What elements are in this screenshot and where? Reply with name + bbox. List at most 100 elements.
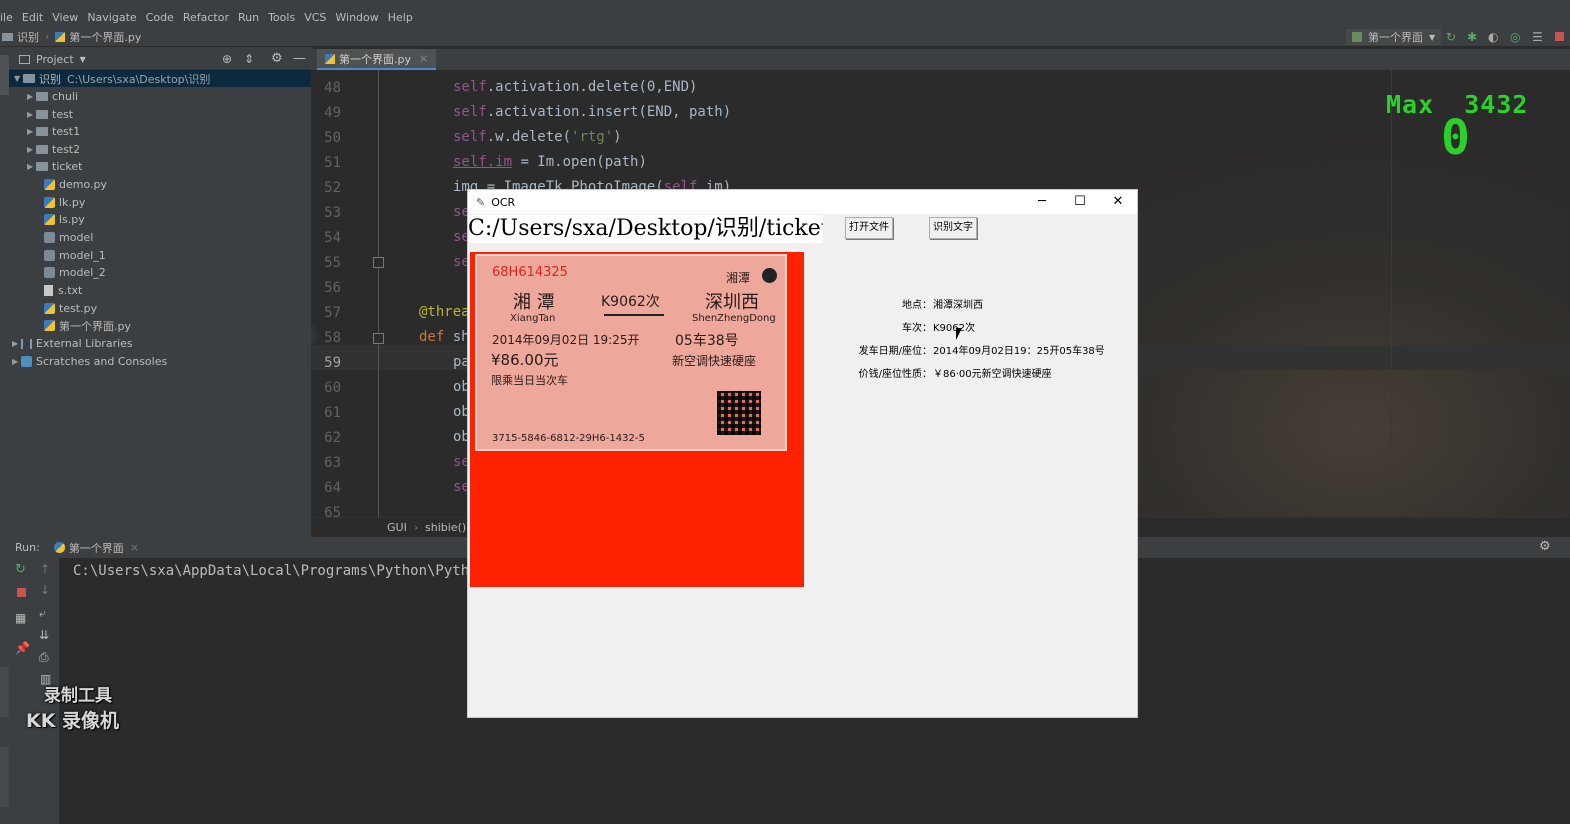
tree-file[interactable]: model_1: [44, 247, 106, 264]
menu-navigate[interactable]: Navigate: [87, 11, 136, 24]
maximize-button[interactable]: ☐: [1065, 192, 1095, 212]
tree-file[interactable]: 第一个界面.py: [44, 317, 131, 334]
scroll-end-icon[interactable]: ⇊: [39, 628, 49, 642]
line-number: 50: [324, 130, 341, 146]
tree-file[interactable]: model: [44, 229, 93, 246]
run-config-selector[interactable]: 第一个界面 ▼: [1346, 29, 1442, 45]
chevron-right-icon: ›: [414, 521, 419, 534]
python-icon: [1352, 32, 1362, 42]
code-line: self.activation.delete(0,END): [453, 79, 698, 95]
expand-arrow-icon[interactable]: ▼: [14, 74, 23, 83]
menu-vcs[interactable]: VCS: [304, 11, 326, 24]
down-arrow-icon[interactable]: ↓: [40, 583, 50, 597]
rerun-icon[interactable]: ↻: [15, 562, 26, 577]
ocr-titlebar[interactable]: ✎ OCR ─ ☐ ✕: [468, 190, 1137, 214]
tree-folder[interactable]: ▶ test: [27, 106, 73, 123]
open-file-button[interactable]: 打开文件: [845, 217, 893, 239]
line-number: 55: [324, 255, 341, 271]
profile-icon[interactable]: ◎: [1510, 30, 1520, 44]
locate-icon[interactable]: ⊕: [222, 52, 232, 66]
stop-icon[interactable]: [17, 588, 26, 597]
result-value: K9062次: [933, 323, 976, 334]
menu-edit[interactable]: Edit: [22, 11, 43, 24]
gear-icon[interactable]: ⚙: [271, 51, 283, 66]
rerun-icon[interactable]: ↻: [1446, 30, 1456, 44]
tree-file[interactable]: test.py: [44, 300, 97, 317]
tree-file[interactable]: model_2: [44, 264, 106, 281]
debug-icon[interactable]: ✱: [1467, 30, 1477, 44]
favorites-tool-tab[interactable]: [0, 747, 9, 807]
nav-root[interactable]: 识别: [17, 29, 39, 45]
tree-folder[interactable]: ▶ ticket: [27, 158, 82, 175]
print-icon[interactable]: ⎙: [39, 650, 49, 665]
menu-file[interactable]: ile: [0, 11, 13, 24]
gear-icon[interactable]: ⚙: [1539, 539, 1551, 554]
tree-root[interactable]: ▼ 识别 C:\Users\sxa\Desktop\识别: [9, 70, 311, 87]
code-line: @threa: [419, 304, 470, 320]
ocr-window: ✎ OCR ─ ☐ ✕ C:/Users/sxa/Desktop/识别/tick…: [467, 189, 1138, 718]
project-label[interactable]: Project: [36, 53, 74, 66]
build-icon[interactable]: ☰: [1532, 30, 1543, 44]
close-icon[interactable]: ×: [419, 52, 428, 65]
recognize-text-button[interactable]: 识别文字: [929, 217, 977, 239]
folder-icon: [36, 92, 48, 101]
tree-file[interactable]: s.txt: [44, 282, 82, 299]
code-line: self.w.delete('rtg'): [453, 129, 622, 145]
editor-tab[interactable]: 第一个界面.py ×: [317, 49, 437, 70]
tree-scratches-label: Scratches and Consoles: [36, 355, 168, 368]
result-value: ￥86·00元新空调快速硬座: [933, 369, 1052, 380]
close-icon[interactable]: ×: [130, 541, 139, 554]
breadcrumb-item[interactable]: GUI: [387, 521, 407, 534]
coverage-icon[interactable]: ◐: [1488, 30, 1498, 44]
tree-scratches[interactable]: ▶ Scratches and Consoles: [12, 353, 167, 370]
menu-view[interactable]: View: [52, 11, 78, 24]
line-number: 64: [324, 480, 341, 496]
run-tab-label[interactable]: 第一个界面: [69, 540, 124, 556]
expand-arrow-icon[interactable]: ▶: [27, 162, 36, 171]
menu-window[interactable]: Window: [335, 11, 378, 24]
collapse-icon[interactable]: ⇕: [244, 52, 254, 66]
pin-icon[interactable]: 📌: [15, 641, 30, 655]
structure-tool-tab[interactable]: [0, 667, 9, 717]
nav-file[interactable]: 第一个界面.py: [69, 29, 141, 45]
tree-folder[interactable]: ▶ test1: [27, 123, 80, 140]
line-number: 48: [324, 80, 341, 96]
tree-file[interactable]: lk.py: [44, 194, 85, 211]
expand-arrow-icon[interactable]: ▶: [27, 92, 36, 101]
menu-code[interactable]: Code: [146, 11, 174, 24]
expand-arrow-icon[interactable]: ▶: [27, 110, 36, 119]
soft-wrap-icon[interactable]: ⤶: [39, 606, 46, 621]
expand-arrow-icon[interactable]: ▶: [12, 357, 21, 366]
expand-arrow-icon[interactable]: ▶: [12, 339, 21, 348]
minimize-button[interactable]: ─: [1027, 192, 1057, 212]
up-arrow-icon[interactable]: ↑: [40, 562, 50, 576]
close-button[interactable]: ✕: [1103, 192, 1133, 212]
project-tool-tab[interactable]: [0, 55, 9, 95]
tree-folder-label: test2: [52, 143, 81, 156]
feather-icon: ✎: [476, 195, 486, 209]
fold-marker-icon[interactable]: [373, 333, 384, 344]
tree-folder[interactable]: ▶ test2: [27, 141, 80, 158]
menu-refactor[interactable]: Refactor: [183, 11, 229, 24]
menu-run[interactable]: Run: [238, 11, 259, 24]
folder-icon: [2, 32, 13, 41]
chevron-right-icon: ›: [45, 30, 50, 43]
tree-external-libraries[interactable]: ▶ External Libraries: [12, 335, 133, 352]
menu-help[interactable]: Help: [388, 11, 413, 24]
path-entry[interactable]: C:/Users/sxa/Desktop/识别/ticket: [468, 215, 823, 243]
breadcrumb-item[interactable]: shibie(): [425, 521, 466, 534]
fold-marker-icon[interactable]: [373, 257, 384, 268]
menu-tools[interactable]: Tools: [268, 11, 295, 24]
layout-icon[interactable]: ▦: [15, 611, 26, 625]
code-line: self.im = Im.open(path): [453, 154, 647, 170]
expand-arrow-icon[interactable]: ▶: [27, 145, 36, 154]
tree-file[interactable]: ls.py: [44, 211, 85, 228]
stop-icon[interactable]: [1555, 32, 1564, 41]
editor-tab-bar: 第一个界面.py ×: [311, 49, 1570, 70]
tree-folder[interactable]: ▶ chuli: [27, 88, 78, 105]
expand-arrow-icon[interactable]: ▶: [27, 127, 36, 136]
ticket-train: K9062次: [601, 294, 660, 310]
dropdown-arrow-icon[interactable]: ▼: [80, 55, 86, 64]
tree-file[interactable]: demo.py: [44, 176, 107, 193]
minimize-panel-icon[interactable]: —: [293, 51, 306, 66]
